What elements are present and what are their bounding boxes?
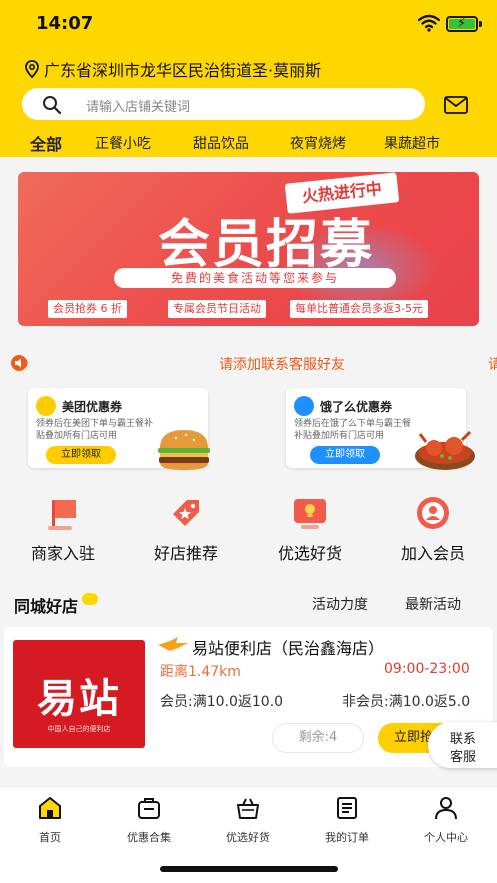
section-title-accent [82,593,98,605]
tab-label: 首页 [39,831,61,844]
section-title: 同城好店 [14,597,79,616]
contact-label-line2: 客服 [450,750,477,765]
bird-logo-icon [158,637,188,651]
store-name: 易站便利店（民治鑫海店） [192,639,385,658]
coupon-title: 饿了么优惠券 [320,400,393,414]
search-icon [43,96,62,115]
coupon-desc: 领券后在美团下单与霸王餐补贴叠加所有门店可用 [36,419,154,441]
header: 14:07 ⚡ 广东省深圳市龙华区民治街道圣·莫丽斯 请输入店铺关键词 全部 正… [0,0,497,157]
quick-action-label: 加入会员 [400,544,465,563]
banner-title: 会员招募 [157,215,374,275]
status-bar: 14:07 ⚡ [0,0,497,48]
selected-goods-button[interactable]: 优选好货 [255,494,365,564]
banner-chip: 每单比普通会员多返3-5元 [290,300,428,318]
coupon-desc: 领券后在饿了么下单与霸王餐补贴叠加所有门店可用 [294,419,412,441]
quick-action-label: 优选好货 [277,544,342,563]
filter-activity-strength[interactable]: 活动力度 [312,594,368,614]
tab-label: 优惠合集 [127,831,171,844]
tab-label: 我的订单 [325,831,369,844]
category-desserts[interactable]: 甜品饮品 [193,133,249,153]
wifi-icon [418,14,440,32]
tab-label: 个人中心 [424,831,468,844]
tab-coupon-collection[interactable]: 优惠合集 [109,795,189,845]
store-image-slogan: 中国人自己的便利店 [47,725,111,733]
home-indicator [160,866,338,872]
contact-service-button[interactable]: 联系 客服 [428,722,497,768]
order-list-icon [337,797,357,819]
basket-icon [237,798,259,819]
category-market[interactable]: 果蔬超市 [384,133,440,153]
join-member-button[interactable]: 加入会员 [378,494,488,564]
home-icon [39,797,61,819]
store-distance: 距离1.47km [160,664,241,680]
quick-action-label: 商家入驻 [30,544,95,563]
category-meals[interactable]: 正餐小吃 [95,133,151,153]
search-input[interactable]: 请输入店铺关键词 [22,88,425,120]
member-rebate: 会员:满10.0返10.0 [160,694,284,710]
coupon-claim-button[interactable]: 立即领取 [46,446,116,464]
banner-subtitle: 免费的美食活动等您来参与 [114,268,396,288]
notice-overflow-text: 请 [488,357,497,373]
battery-icon: ⚡ [446,16,478,32]
notice-text: 请添加联系客服好友 [219,357,345,373]
status-time: 14:07 [36,13,94,34]
meituan-coupon-card[interactable]: 美团优惠券 领券后在美团下单与霸王餐补贴叠加所有门店可用 立即领取 [28,388,210,470]
eleme-logo-icon [294,396,314,416]
member-banner[interactable]: 火热进行中 会员招募 免费的美食活动等您来参与 会员抢券 6 折 专属会员节日活… [18,172,479,326]
flag-icon [48,500,76,530]
notice-bar[interactable]: 请添加联系客服好友 请 [0,352,497,374]
remaining-count: 剩余:4 [272,723,364,753]
member-icon [417,497,449,529]
meituan-logo-icon [36,396,56,416]
battery-cap [479,21,482,27]
tab-label: 优选好货 [226,831,270,844]
tab-my-orders[interactable]: 我的订单 [307,795,387,845]
contact-label-line1: 联系 [450,732,477,747]
non-member-rebate: 非会员:满10.0返5.0 [342,694,471,710]
quick-action-label: 好店推荐 [153,544,218,563]
tab-selected-goods[interactable]: 优选好货 [208,795,288,845]
filter-latest-activity[interactable]: 最新活动 [405,594,461,614]
eleme-coupon-card[interactable]: 饿了么优惠券 领券后在饿了么下单与霸王餐补贴叠加所有门店可用 立即领取 [286,388,475,470]
banner-chip: 会员抢券 6 折 [48,300,127,318]
tag-star-icon [173,500,199,526]
speaker-icon [11,355,28,371]
shop-recommend-button[interactable]: 好店推荐 [131,494,241,564]
location-bar[interactable]: 广东省深圳市龙华区民治街道圣·莫丽斯 [24,58,321,80]
store-image-text: 易站 [37,676,121,722]
category-all[interactable]: 全部 [30,131,62,155]
coupon-title: 美团优惠券 [62,400,123,414]
category-bbq[interactable]: 夜宵烧烤 [290,133,346,153]
search-placeholder: 请输入店铺关键词 [86,100,191,115]
category-tabs: 全部 正餐小吃 甜品饮品 夜宵烧烤 果蔬超市 [0,128,497,156]
person-icon [435,797,457,820]
store-hours: 09:00-23:00 [384,661,470,677]
burger-icon [158,430,210,470]
store-image: 易站 中国人自己的便利店 [13,640,145,748]
store-card[interactable]: 易站 中国人自己的便利店 易站便利店（民治鑫海店） 距离1.47km 09:00… [4,627,493,767]
screen-bulb-icon [294,499,326,529]
crab-dish-icon [415,430,475,470]
location-pin-icon [25,60,39,78]
banner-chip: 专属会员节日活动 [168,300,266,318]
tab-home[interactable]: 首页 [10,795,90,845]
tab-profile[interactable]: 个人中心 [406,795,486,845]
mail-icon[interactable] [444,96,468,114]
merchant-join-button[interactable]: 商家入驻 [8,494,118,564]
coupon-bag-icon [138,798,160,819]
coupon-claim-button[interactable]: 立即领取 [310,446,380,464]
location-text: 广东省深圳市龙华区民治街道圣·莫丽斯 [44,61,322,80]
